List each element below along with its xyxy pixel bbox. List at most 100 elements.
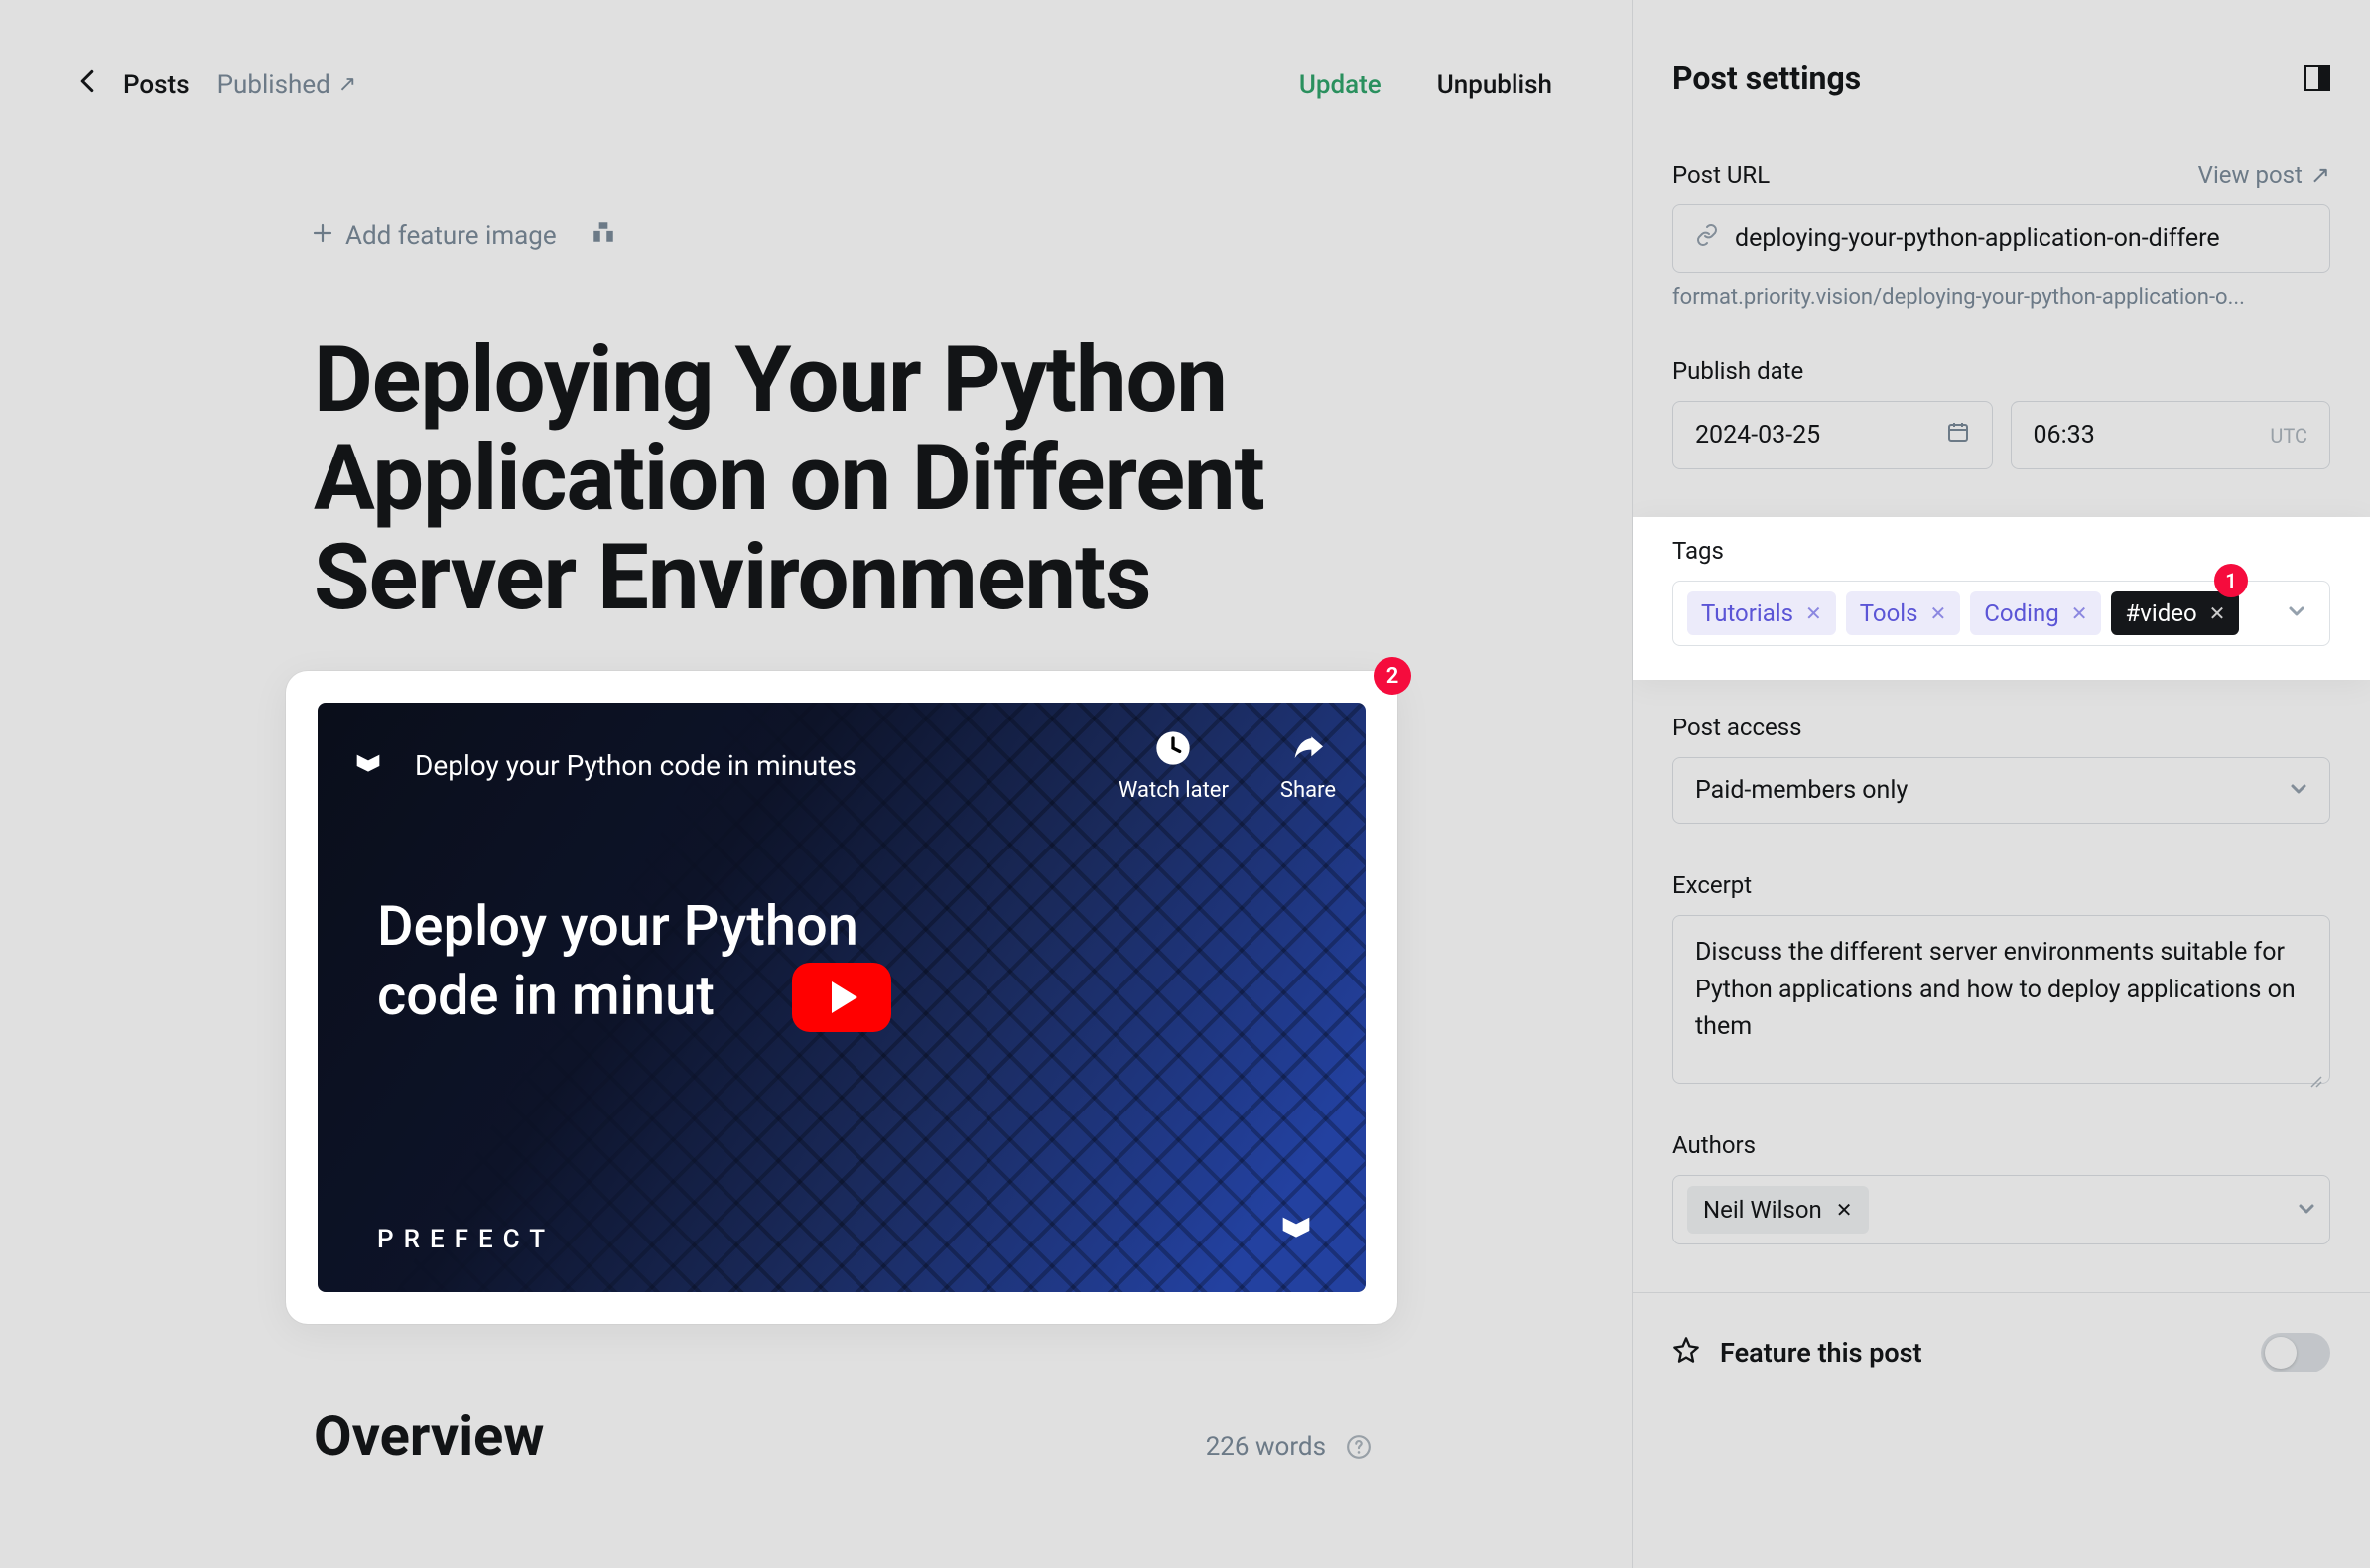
share-icon: [1288, 728, 1328, 768]
remove-author-button[interactable]: ✕: [1836, 1198, 1853, 1222]
video-embed-title: Deploy your Python code in minutes: [415, 749, 856, 782]
publish-date-field: Publish date 2024-03-25 06:33 UTC: [1672, 357, 2330, 469]
post-access-label: Post access: [1672, 714, 2330, 741]
overview-row: Overview 226 words: [314, 1403, 1372, 1469]
tag-name: #video: [2125, 599, 2196, 627]
calendar-icon: [1946, 420, 1970, 451]
share-label: Share: [1280, 778, 1336, 803]
publish-time-input[interactable]: 06:33 UTC: [2011, 401, 2331, 469]
breadcrumb-status[interactable]: Published ↗: [217, 70, 357, 100]
share-button[interactable]: Share: [1280, 728, 1336, 803]
top-bar: Posts Published ↗ Update Unpublish: [79, 69, 1552, 100]
sidebar-title: Post settings: [1672, 60, 1861, 97]
top-actions: Update Unpublish: [1299, 70, 1552, 100]
tag-pill[interactable]: #video ✕: [2111, 591, 2239, 635]
feature-post-row: Feature this post: [1672, 1333, 2330, 1372]
remove-tag-button[interactable]: ✕: [2071, 601, 2088, 625]
settings-sidebar: Post settings Post URL View post ↗ deplo…: [1632, 0, 2370, 1568]
url-preview: format.priority.vision/deploying-your-py…: [1672, 285, 2330, 310]
chevron-down-icon: [2290, 776, 2307, 805]
resize-handle-icon[interactable]: [2309, 1063, 2325, 1079]
add-feature-image-button[interactable]: Add feature image: [312, 221, 557, 251]
brand-corner-icon: [1276, 1211, 1316, 1254]
post-access-value: Paid-members only: [1695, 776, 1908, 805]
content-column: Add feature image Deploying Your Python …: [260, 219, 1372, 1469]
post-title[interactable]: Deploying Your Python Application on Dif…: [314, 331, 1372, 627]
post-url-value: deploying-your-python-application-on-dif…: [1735, 224, 2220, 253]
tag-pill[interactable]: Coding ✕: [1970, 591, 2101, 635]
chevron-down-icon: [2278, 602, 2315, 624]
video-thumbnail[interactable]: Deploy your Python code in minutes Watch…: [318, 703, 1366, 1292]
remove-tag-button[interactable]: ✕: [2209, 601, 2226, 625]
time-value: 06:33: [2034, 421, 2095, 450]
tag-pill[interactable]: Tutorials✕: [1687, 591, 1836, 635]
feature-post-toggle[interactable]: [2261, 1333, 2330, 1372]
callout-badge-1: 1: [2214, 564, 2248, 597]
excerpt-textarea[interactable]: Discuss the different server environment…: [1672, 915, 2330, 1084]
excerpt-value: Discuss the different server environment…: [1695, 938, 2296, 1041]
unsplash-button[interactable]: [591, 219, 616, 252]
external-link-icon: ↗: [338, 72, 356, 97]
clock-icon: [1153, 728, 1193, 768]
post-access-select[interactable]: Paid-members only: [1672, 757, 2330, 824]
watch-later-button[interactable]: Watch later: [1119, 728, 1229, 803]
video-headline: Deploy your Python code in minut: [377, 891, 858, 1030]
update-button[interactable]: Update: [1299, 70, 1382, 100]
video-embed-card[interactable]: 2 Deploy your Python code in minutes: [286, 671, 1397, 1324]
back-button[interactable]: [79, 69, 95, 100]
panel-toggle-button[interactable]: [2304, 65, 2330, 91]
unsplash-icon: [591, 219, 616, 245]
overview-heading[interactable]: Overview: [314, 1403, 544, 1469]
tag-name: Coding: [1984, 599, 2058, 627]
play-icon: [832, 981, 857, 1013]
plus-icon: [312, 221, 333, 251]
post-url-input[interactable]: deploying-your-python-application-on-dif…: [1672, 204, 2330, 273]
add-feature-label: Add feature image: [345, 221, 557, 251]
word-count: 226 words: [1206, 1432, 1372, 1462]
authors-select[interactable]: Neil Wilson ✕: [1672, 1175, 2330, 1244]
authors-label: Authors: [1672, 1131, 2330, 1159]
external-link-icon: ↗: [2310, 161, 2330, 189]
tags-label: Tags: [1672, 537, 2330, 565]
chevron-down-icon: [2298, 1196, 2315, 1225]
post-access-field: Post access Paid-members only: [1672, 714, 2330, 824]
authors-field: Authors Neil Wilson ✕: [1672, 1131, 2330, 1244]
chevron-left-icon: [79, 69, 95, 93]
remove-tag-button[interactable]: ✕: [1805, 601, 1822, 625]
tz-label: UTC: [2270, 424, 2307, 448]
breadcrumb: Posts Published ↗: [79, 69, 356, 100]
view-post-link[interactable]: View post ↗: [2198, 161, 2330, 189]
watch-later-label: Watch later: [1119, 778, 1229, 803]
remove-tag-button[interactable]: ✕: [1930, 601, 1947, 625]
word-count-label: 226 words: [1206, 1432, 1326, 1462]
divider: [1633, 1292, 2370, 1293]
unpublish-button[interactable]: Unpublish: [1437, 70, 1552, 100]
post-url-label: Post URL: [1672, 161, 1770, 189]
video-brand: PREFECT: [377, 1225, 555, 1254]
help-icon[interactable]: [1346, 1434, 1372, 1460]
tags-field: Tags 1 Tutorials✕ Tools ✕ Coding ✕ #video ✕: [1633, 517, 2370, 680]
tags-input[interactable]: 1 Tutorials✕Tools✕Coding✕#video✕: [1672, 581, 2330, 646]
tag-name: Tools: [1860, 599, 1918, 627]
channel-icon: [347, 745, 389, 787]
status-label: Published: [217, 70, 330, 100]
excerpt-field: Excerpt Discuss the different server env…: [1672, 871, 2330, 1084]
post-url-field: Post URL View post ↗ deploying-your-pyth…: [1672, 161, 2330, 310]
editor-pane: Posts Published ↗ Update Unpublish Add f…: [0, 0, 1632, 1568]
feature-image-row: Add feature image: [312, 219, 1372, 252]
sidebar-header: Post settings: [1672, 60, 2330, 97]
author-pill[interactable]: Neil Wilson ✕: [1687, 1186, 1869, 1234]
author-name: Neil Wilson: [1703, 1196, 1822, 1224]
breadcrumb-posts[interactable]: Posts: [123, 70, 190, 100]
date-value: 2024-03-25: [1695, 421, 1820, 450]
tag-pill[interactable]: Tools ✕: [1846, 591, 1961, 635]
link-icon: [1695, 223, 1719, 254]
publish-date-label: Publish date: [1672, 357, 2330, 385]
callout-badge-2: 2: [1374, 657, 1411, 695]
feature-post-label: Feature this post: [1720, 1337, 1922, 1369]
video-top-bar: Deploy your Python code in minutes Watch…: [347, 728, 1336, 803]
play-button[interactable]: [792, 963, 891, 1032]
publish-date-input[interactable]: 2024-03-25: [1672, 401, 1993, 469]
star-icon: [1672, 1336, 1700, 1371]
excerpt-label: Excerpt: [1672, 871, 2330, 899]
